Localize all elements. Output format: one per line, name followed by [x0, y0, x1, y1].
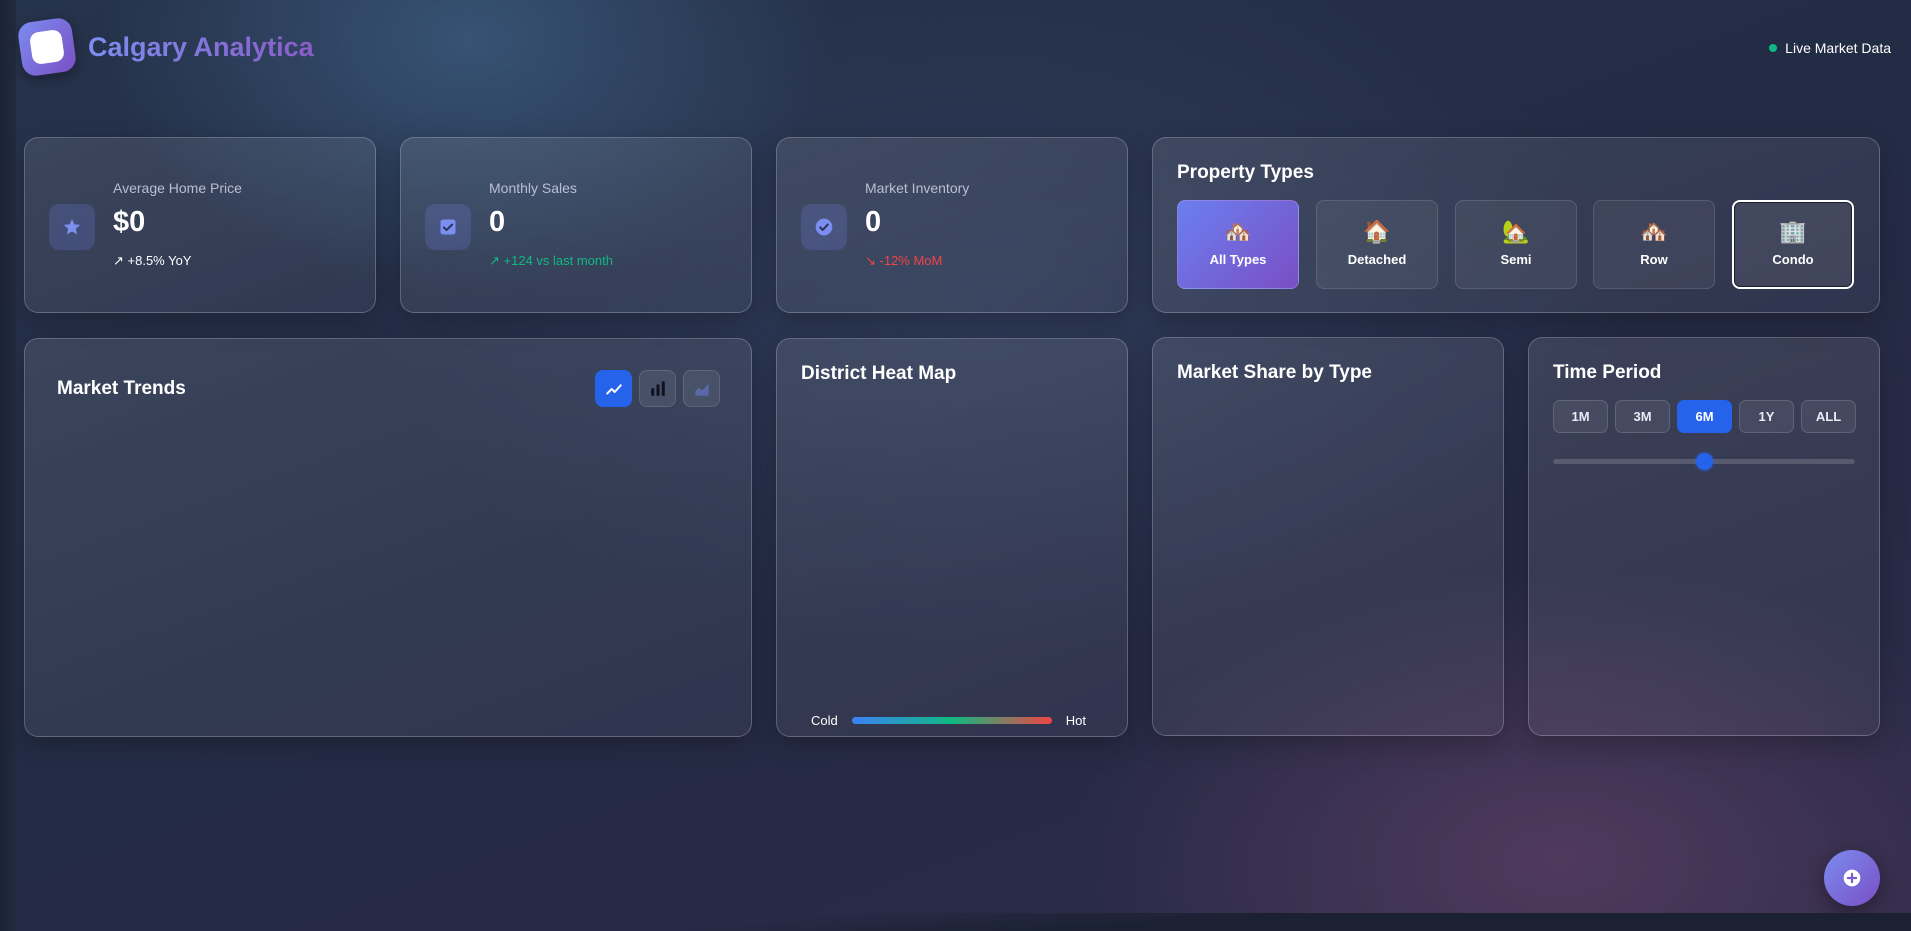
stat-card-market-inventory: Market Inventory 0 ↘ -12% MoM	[776, 137, 1128, 313]
live-status: Live Market Data	[1769, 40, 1891, 56]
add-button[interactable]	[1824, 850, 1880, 906]
market-trends-card: Market Trends	[24, 338, 752, 737]
live-indicator-dot	[1769, 44, 1778, 52]
property-type-all[interactable]: 🏘️ All Types	[1177, 200, 1299, 289]
period-1y-button[interactable]: 1Y	[1739, 400, 1794, 433]
property-type-condo[interactable]: 🏢 Condo	[1732, 200, 1854, 289]
card-title: Time Period	[1553, 362, 1662, 383]
app-logo	[16, 16, 78, 78]
houses-icon: 🏘️	[1224, 220, 1252, 245]
card-title: District Heat Map	[801, 363, 957, 384]
brand-title: Calgary Analytica	[88, 32, 314, 62]
stat-label: Market Inventory	[865, 180, 970, 196]
property-types-card: Property Types 🏘️ All Types 🏠 Detached 🏡…	[1152, 137, 1880, 313]
stat-card-average-price: Average Home Price $0 ↗ +8.5% YoY	[24, 137, 376, 313]
period-6m-button[interactable]: 6M	[1677, 400, 1732, 433]
heat-legend-cold: Cold	[811, 712, 838, 728]
stat-trend: ↗ +124 vs last month	[489, 253, 613, 268]
line-chart-icon	[605, 383, 622, 394]
star-icon	[49, 204, 95, 250]
stat-label: Monthly Sales	[489, 180, 577, 196]
property-type-label: Semi	[1500, 252, 1532, 267]
checkbox-icon	[425, 204, 471, 250]
property-type-label: Detached	[1347, 252, 1407, 267]
market-share-card: Market Share by Type	[1152, 337, 1504, 736]
heat-legend-hot: Hot	[1065, 712, 1086, 728]
time-period-card: Time Period 1M 3M 6M 1Y ALL	[1528, 337, 1880, 736]
window-edge	[0, 0, 16, 931]
houses-icon: 🏘️	[1640, 220, 1668, 245]
stat-value: $0	[113, 206, 146, 238]
check-circle-icon	[801, 204, 847, 250]
bar-chart-icon	[650, 381, 665, 396]
property-type-semi[interactable]: 🏡 Semi	[1455, 200, 1577, 289]
property-type-label: All Types	[1209, 252, 1267, 267]
plus-circle-icon	[1843, 869, 1861, 887]
heat-legend: Cold Hot	[811, 708, 1091, 732]
area-chart-icon	[694, 383, 709, 396]
office-building-icon: 🏢	[1779, 220, 1807, 245]
stat-value: 0	[865, 206, 882, 238]
app-header: Calgary Analytica Live Market Data	[16, 16, 1891, 80]
period-3m-button[interactable]: 3M	[1615, 400, 1670, 433]
window-bottom-edge	[0, 913, 1911, 931]
period-all-button[interactable]: ALL	[1801, 400, 1856, 433]
slider-thumb[interactable]	[1695, 453, 1713, 470]
area-chart-button[interactable]	[683, 370, 720, 407]
property-type-label: Row	[1640, 252, 1668, 267]
card-title: Market Share by Type	[1177, 362, 1373, 383]
period-1m-button[interactable]: 1M	[1553, 400, 1608, 433]
house-icon: 🏠	[1363, 220, 1391, 245]
stat-label: Average Home Price	[113, 180, 242, 196]
live-status-label: Live Market Data	[1785, 40, 1891, 56]
district-heat-map-card: District Heat Map Cold Hot	[776, 338, 1128, 737]
stat-value: 0	[489, 206, 506, 238]
property-type-row[interactable]: 🏘️ Row	[1593, 200, 1715, 289]
property-type-label: Condo	[1772, 252, 1814, 267]
time-period-slider[interactable]	[1553, 453, 1855, 470]
logo-mark	[28, 28, 66, 66]
house-garden-icon: 🏡	[1502, 220, 1530, 245]
stat-trend: ↘ -12% MoM	[865, 253, 943, 268]
line-chart-button[interactable]	[595, 370, 632, 407]
stat-card-monthly-sales: Monthly Sales 0 ↗ +124 vs last month	[400, 137, 752, 313]
card-title: Property Types	[1177, 162, 1314, 183]
card-title: Market Trends	[57, 378, 186, 399]
bar-chart-button[interactable]	[639, 370, 676, 407]
stat-trend: ↗ +8.5% YoY	[113, 253, 192, 268]
heat-gradient-bar	[851, 716, 1052, 724]
property-type-detached[interactable]: 🏠 Detached	[1316, 200, 1438, 289]
